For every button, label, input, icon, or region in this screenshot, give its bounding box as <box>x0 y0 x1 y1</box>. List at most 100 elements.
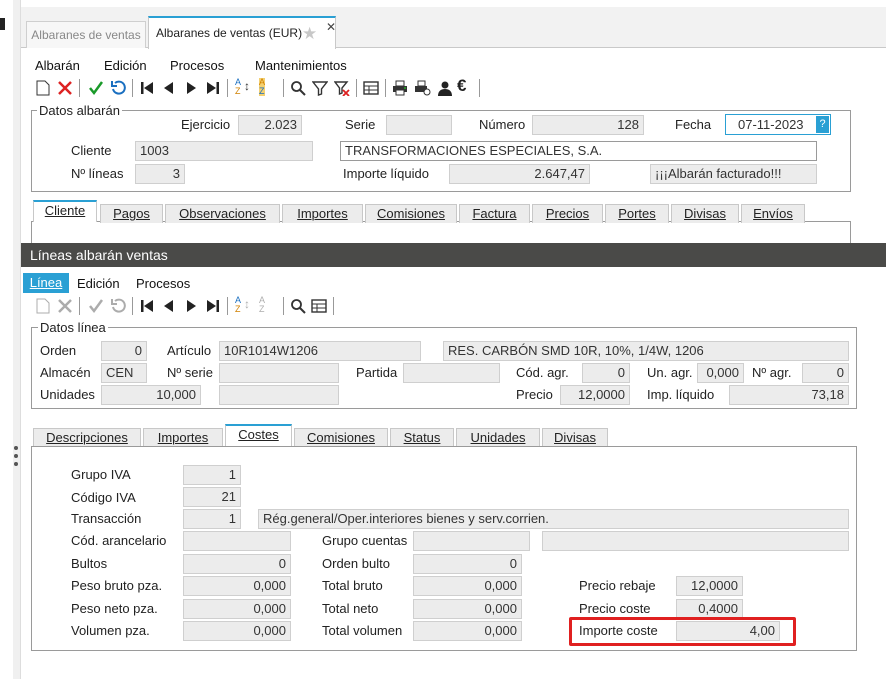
sort-descending-icon[interactable]: AZ <box>259 78 266 96</box>
menu-procesos[interactable]: Procesos <box>170 57 224 75</box>
grupo-cuentas-desc-field[interactable] <box>542 531 849 551</box>
grupo-cuentas-field[interactable] <box>413 531 530 551</box>
previous-record-icon[interactable] <box>162 80 174 96</box>
calendar-help-icon[interactable]: ? <box>816 116 829 133</box>
currency-euro-icon[interactable]: € <box>457 76 466 96</box>
fecha-field[interactable]: 07-11-2023 ? <box>725 114 831 135</box>
lines-menu-procesos[interactable]: Procesos <box>136 275 190 293</box>
orden-field[interactable]: 0 <box>101 341 147 361</box>
next-record-icon[interactable] <box>186 80 198 96</box>
accept-line-icon[interactable] <box>88 298 104 314</box>
articulo-desc-field[interactable]: RES. CARBÓN SMD 10R, 10%, 1/4W, 1206 <box>443 341 849 361</box>
tab-cliente[interactable]: Cliente <box>33 200 97 222</box>
sort-descending-icon[interactable]: AZ <box>259 296 265 314</box>
clear-filter-icon[interactable] <box>334 80 350 96</box>
tab-precios[interactable]: Precios <box>532 204 603 223</box>
star-icon[interactable]: ★ <box>302 19 317 49</box>
tab-portes[interactable]: Portes <box>605 204 669 223</box>
menu-linea[interactable]: Línea <box>23 273 69 293</box>
sort-ascending-icon[interactable]: AZ <box>235 78 241 96</box>
tab-pagos[interactable]: Pagos <box>100 204 163 223</box>
user-icon[interactable] <box>437 80 453 96</box>
previous-line-icon[interactable] <box>162 298 174 314</box>
almacen-field[interactable]: CEN <box>101 363 147 383</box>
search-line-icon[interactable] <box>290 298 306 314</box>
partida-field[interactable] <box>403 363 500 383</box>
delete-icon[interactable] <box>57 80 73 96</box>
codagr-field[interactable]: 0 <box>582 363 630 383</box>
cliente-code-field[interactable]: 1003 <box>135 141 313 161</box>
importe-liquido-field[interactable]: 2.647,47 <box>449 164 590 184</box>
left-splitter[interactable] <box>13 0 21 679</box>
accept-icon[interactable] <box>88 80 104 96</box>
bultos-field[interactable]: 0 <box>183 554 291 574</box>
unidades-extra-field[interactable] <box>219 385 339 405</box>
tab-envios[interactable]: Envíos <box>741 204 805 223</box>
unagr-field[interactable]: 0,000 <box>697 363 744 383</box>
articulo-code-field[interactable]: 10R1014W1206 <box>219 341 421 361</box>
ejercicio-field[interactable]: 2.023 <box>238 115 302 135</box>
first-record-icon[interactable] <box>140 80 154 96</box>
tab-factura[interactable]: Factura <box>459 204 530 223</box>
cliente-name-field[interactable]: TRANSFORMACIONES ESPECIALES, S.A. <box>340 141 817 161</box>
tab-descripciones[interactable]: Descripciones <box>33 428 141 447</box>
grid-view-icon[interactable] <box>363 80 379 96</box>
peso-neto-field[interactable]: 0,000 <box>183 599 291 619</box>
sort-arrows-icon[interactable]: ↕ <box>244 297 250 311</box>
transaccion-code-field[interactable]: 1 <box>183 509 241 529</box>
total-bruto-field[interactable]: 0,000 <box>413 576 522 596</box>
precio-field[interactable]: 12,0000 <box>560 385 630 405</box>
nserie-field[interactable] <box>219 363 339 383</box>
delete-line-icon[interactable] <box>57 298 73 314</box>
transaccion-desc-field[interactable]: Rég.general/Oper.interiores bienes y ser… <box>258 509 849 529</box>
new-document-icon[interactable] <box>36 80 50 96</box>
numero-field[interactable]: 128 <box>532 115 644 135</box>
tab-observaciones[interactable]: Observaciones <box>165 204 280 223</box>
impliq-field[interactable]: 73,18 <box>729 385 849 405</box>
tab-comisiones[interactable]: Comisiones <box>365 204 457 223</box>
new-line-icon[interactable] <box>36 298 50 314</box>
tab-costes[interactable]: Costes <box>225 424 292 446</box>
orden-bulto-field[interactable]: 0 <box>413 554 522 574</box>
drag-handle-icon[interactable] <box>13 446 19 470</box>
precio-coste-field[interactable]: 0,4000 <box>676 599 743 619</box>
first-line-icon[interactable] <box>140 298 154 314</box>
serie-field[interactable] <box>386 115 452 135</box>
filter-icon[interactable] <box>312 80 328 96</box>
tab-status[interactable]: Status <box>390 428 454 447</box>
search-icon[interactable] <box>290 80 306 96</box>
tab-line-comisiones[interactable]: Comisiones <box>294 428 388 447</box>
total-neto-field[interactable]: 0,000 <box>413 599 522 619</box>
next-line-icon[interactable] <box>186 298 198 314</box>
window-tab-albaranes[interactable]: Albaranes de ventas <box>26 21 146 48</box>
menu-edicion[interactable]: Edición <box>104 57 147 75</box>
nlineas-field[interactable]: 3 <box>135 164 185 184</box>
last-record-icon[interactable] <box>206 80 220 96</box>
last-line-icon[interactable] <box>206 298 220 314</box>
sort-ascending-icon[interactable]: AZ <box>235 296 241 314</box>
nagr-field[interactable]: 0 <box>802 363 849 383</box>
volumen-field[interactable]: 0,000 <box>183 621 291 641</box>
window-tab-albaranes-eur[interactable]: Albaranes de ventas (EUR) ★ ✕ <box>148 16 336 49</box>
unidades-field[interactable]: 10,000 <box>101 385 201 405</box>
tab-line-divisas[interactable]: Divisas <box>542 428 608 447</box>
menu-mantenimientos[interactable]: Mantenimientos <box>255 57 347 75</box>
cod-arancelario-field[interactable] <box>183 531 291 551</box>
tab-importes[interactable]: Importes <box>282 204 363 223</box>
codigo-iva-field[interactable]: 21 <box>183 487 241 507</box>
sort-arrows-icon[interactable]: ↕ <box>244 79 250 93</box>
menu-albaran[interactable]: Albarán <box>35 57 80 75</box>
close-icon[interactable]: ✕ <box>326 12 336 42</box>
lines-menu-edicion[interactable]: Edición <box>77 275 120 293</box>
tab-line-importes[interactable]: Importes <box>143 428 223 447</box>
grid-view-icon[interactable] <box>311 298 327 314</box>
tab-unidades[interactable]: Unidades <box>456 428 540 447</box>
undo-line-icon[interactable] <box>110 298 126 314</box>
tab-divisas[interactable]: Divisas <box>671 204 739 223</box>
print-preview-icon[interactable] <box>415 80 431 96</box>
total-volumen-field[interactable]: 0,000 <box>413 621 522 641</box>
print-icon[interactable] <box>392 80 408 96</box>
undo-icon[interactable] <box>110 80 126 96</box>
grupo-iva-field[interactable]: 1 <box>183 465 241 485</box>
peso-bruto-field[interactable]: 0,000 <box>183 576 291 596</box>
